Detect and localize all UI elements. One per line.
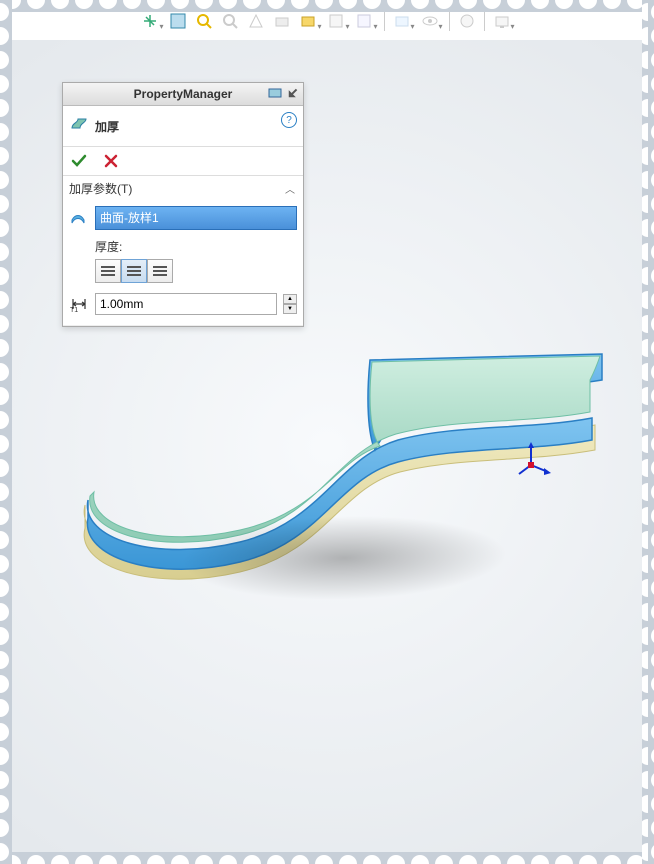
thickness-dim-icon: T1 — [69, 294, 89, 314]
collapse-icon: ︿ — [285, 181, 295, 196]
panel-header: PropertyManager — [63, 83, 303, 106]
thickness-direction-group — [95, 259, 297, 283]
view-toolbar: ▾ ▾ ▾ ▾ ▾ ▾ ▾ — [0, 6, 654, 36]
hide-show-icon[interactable] — [325, 10, 347, 32]
dropdown-caret-icon[interactable]: ▾ — [159, 22, 163, 31]
thicken-parameters-section: 加厚参数(T) ︿ 曲面-放样1 厚度: — [63, 176, 303, 326]
section-header[interactable]: 加厚参数(T) ︿ — [63, 176, 303, 200]
thickness-spinner: ▲ ▼ — [283, 294, 297, 314]
thickness-value-row: T1 ▲ ▼ — [69, 293, 297, 315]
ok-cancel-row — [63, 147, 303, 176]
svg-text:T1: T1 — [70, 307, 78, 313]
section-title: 加厚参数(T) — [69, 180, 132, 197]
apply-scene-icon[interactable] — [391, 10, 413, 32]
view-orientation-icon[interactable] — [139, 10, 161, 32]
selected-surface-field[interactable]: 曲面-放样1 — [95, 206, 297, 230]
help-icon[interactable]: ? — [281, 112, 297, 128]
edit-appearance-icon[interactable] — [353, 10, 375, 32]
thickness-label: 厚度: — [95, 238, 297, 255]
feature-name: 加厚 — [95, 118, 119, 135]
view-settings-icon[interactable] — [419, 10, 441, 32]
dynamic-view-icon[interactable] — [271, 10, 293, 32]
toolbar-separator — [484, 11, 485, 31]
spin-down-button[interactable]: ▼ — [283, 304, 297, 314]
cancel-button[interactable] — [101, 151, 121, 171]
direction-side2-button[interactable] — [147, 259, 173, 283]
direction-both-button[interactable] — [121, 259, 147, 283]
display-manager-icon[interactable] — [456, 10, 478, 32]
feature-icon — [69, 115, 89, 138]
zoom-to-fit-icon[interactable] — [167, 10, 189, 32]
previous-view-icon[interactable] — [219, 10, 241, 32]
zoom-to-area-icon[interactable] — [193, 10, 215, 32]
toolbar-separator — [384, 11, 385, 31]
property-manager-panel: PropertyManager 加厚 ? 加厚参数(T) ︿ — [62, 82, 304, 327]
toolbar-separator — [449, 11, 450, 31]
keep-visible-icon[interactable] — [267, 85, 283, 101]
surface-selection-row: 曲面-放样1 — [69, 206, 297, 230]
panel-title: PropertyManager — [134, 87, 233, 101]
direction-side1-button[interactable] — [95, 259, 121, 283]
thickness-input[interactable] — [95, 293, 277, 315]
screen-capture-icon[interactable] — [491, 10, 513, 32]
surface-select-icon — [69, 208, 89, 228]
spin-up-button[interactable]: ▲ — [283, 294, 297, 304]
ok-button[interactable] — [69, 151, 89, 171]
display-style-icon[interactable] — [297, 10, 319, 32]
feature-title-row: 加厚 ? — [63, 106, 303, 147]
dropdown-caret-icon[interactable]: ▾ — [317, 22, 321, 31]
section-view-icon[interactable] — [245, 10, 267, 32]
pin-icon[interactable] — [285, 85, 301, 101]
